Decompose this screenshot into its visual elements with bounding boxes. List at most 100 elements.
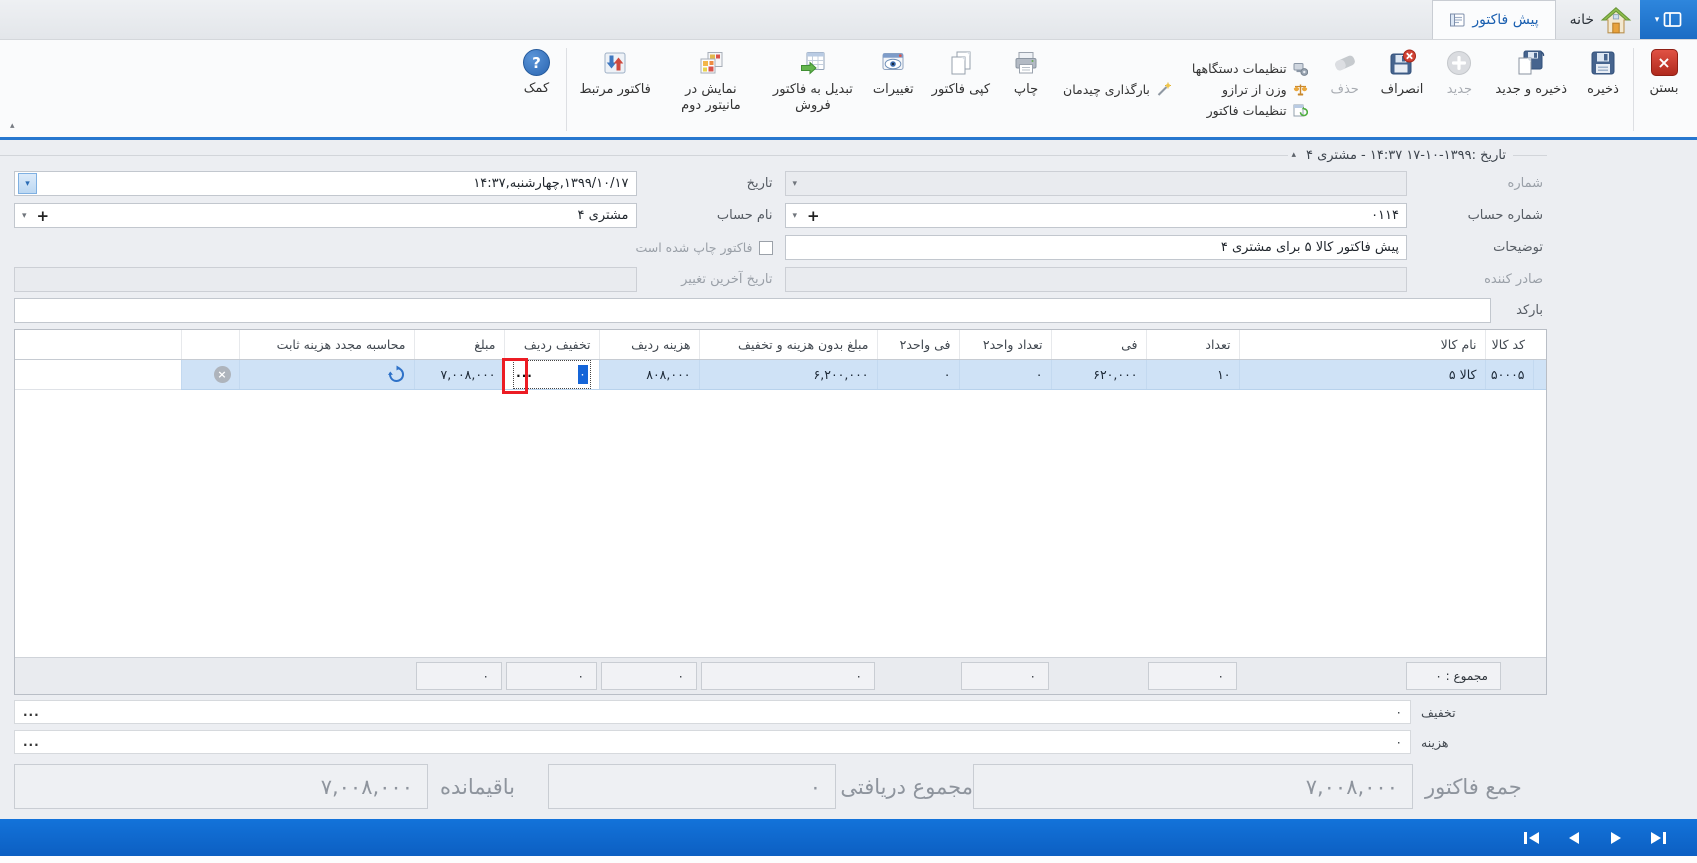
bottom-strip bbox=[0, 856, 1697, 863]
related-invoice-button[interactable]: فاکتور مرتبط bbox=[570, 44, 659, 135]
column-header-row-discount[interactable]: تخفیف ردیف bbox=[503, 330, 599, 360]
invoice-discount-input[interactable]: ۰ ... bbox=[14, 700, 1411, 724]
grid-empty-area[interactable] bbox=[15, 389, 1546, 657]
recalc-icon bbox=[387, 365, 404, 382]
account-name-add-button[interactable]: + bbox=[31, 207, 56, 225]
column-header-unit-price[interactable]: فی bbox=[1050, 330, 1146, 360]
column-header-quantity[interactable]: تعداد bbox=[1145, 330, 1239, 360]
weight-from-scale-button[interactable]: وزن از ترازو bbox=[1192, 82, 1308, 97]
cell-unit2-price[interactable]: ۰ bbox=[876, 359, 959, 390]
summary-row-cost: ۰ bbox=[601, 662, 697, 690]
issuer-field[interactable] bbox=[784, 267, 1407, 292]
cell-quantity[interactable]: ۱۰ bbox=[1145, 359, 1239, 390]
invoice-printed-label: فاکتور چاپ شده است bbox=[635, 240, 753, 255]
nav-next-icon[interactable] bbox=[1599, 826, 1633, 850]
new-button[interactable]: جدید bbox=[1432, 44, 1486, 135]
row-discount-inline-editor[interactable]: ۰ ... bbox=[512, 359, 591, 389]
cell-amount[interactable]: ۷,۰۰۸,۰۰۰ bbox=[413, 359, 504, 390]
ribbon-collapse-icon[interactable]: ▴ bbox=[10, 121, 15, 131]
invoice-cost-input[interactable]: ۰ ... bbox=[14, 730, 1411, 754]
cell-filler bbox=[15, 359, 181, 390]
column-header-item-name[interactable]: نام کالا bbox=[1238, 330, 1485, 360]
column-header-filler bbox=[15, 330, 181, 360]
copy-invoice-button[interactable]: کپی فاکتور bbox=[923, 44, 999, 135]
group-collapse-icon[interactable]: ▴ bbox=[1288, 150, 1299, 160]
column-header-unit2-price[interactable]: فی واحد۲ bbox=[876, 330, 959, 360]
column-header-recalc-fixed-cost[interactable]: محاسبه مجدد هزینه ثابت bbox=[238, 330, 414, 360]
save-and-new-button[interactable]: ذخیره و جدید bbox=[1486, 44, 1576, 135]
app-window: ▾ خانه پیش فاکتور × بستن ذخیره ذخیره و ج… bbox=[0, 0, 1697, 863]
account-number-add-button[interactable]: + bbox=[801, 207, 826, 225]
items-grid: کد کالا نام کالا تعداد فی تعداد واحد۲ فی… bbox=[14, 329, 1547, 695]
row-delete-icon[interactable]: × bbox=[213, 365, 231, 383]
row-discount-ellipsis-button[interactable]: ... bbox=[515, 362, 535, 387]
changes-button[interactable]: تغییرات bbox=[864, 44, 923, 135]
show-on-second-monitor-button[interactable]: نمایش در مانیتور دوم bbox=[660, 44, 762, 135]
save-button[interactable]: ذخیره bbox=[1576, 44, 1630, 135]
cell-row-cost[interactable]: ۸۰۸,۰۰۰ bbox=[598, 359, 699, 390]
cell-row-discount-editor[interactable]: ۰ ... bbox=[501, 357, 599, 394]
cell-delete[interactable]: × bbox=[180, 359, 239, 390]
account-number-field[interactable]: ۰۱۱۴ + ▾ bbox=[784, 203, 1407, 228]
date-field[interactable]: ۱۳۹۹/۱۰/۱۷,چهارشنبه,۱۴:۳۷ ▾ bbox=[14, 171, 637, 196]
cell-item-name[interactable]: کالا ۵ bbox=[1238, 359, 1485, 390]
tab-bar: ▾ خانه پیش فاکتور bbox=[0, 0, 1697, 40]
device-settings-button[interactable]: تنظیمات دستگاهها bbox=[1192, 61, 1308, 76]
column-header-item-code[interactable]: کد کالا bbox=[1484, 330, 1533, 360]
print-button[interactable]: چاپ bbox=[999, 44, 1053, 135]
tab-home-label: خانه bbox=[1569, 11, 1594, 28]
toolbar-settings-stack: تنظیمات دستگاهها وزن از ترازو تنظیمات فا… bbox=[1182, 44, 1318, 135]
account-name-dropdown-icon[interactable]: ▾ bbox=[18, 211, 31, 221]
app-menu-icon bbox=[1663, 11, 1682, 28]
load-layout-button[interactable]: بارگذاری چیدمان bbox=[1063, 82, 1172, 97]
table-row[interactable]: ۵۰۰۰۵ کالا ۵ ۱۰ ۶۲۰,۰۰۰ ۰ ۰ ۶,۲۰۰,۰۰۰ ۸۰… bbox=[15, 357, 1546, 394]
tab-pre-invoice[interactable]: پیش فاکتور bbox=[1432, 0, 1556, 39]
changes-eye-icon bbox=[879, 49, 907, 77]
record-navigator bbox=[1515, 826, 1675, 850]
column-header-row-cost[interactable]: هزینه ردیف bbox=[598, 330, 699, 360]
record-navigator-bar bbox=[0, 819, 1697, 856]
last-change-date-field[interactable] bbox=[14, 267, 637, 292]
date-dropdown-button[interactable]: ▾ bbox=[18, 173, 37, 194]
app-menu-button[interactable]: ▾ bbox=[1640, 0, 1697, 39]
nav-previous-icon[interactable] bbox=[1557, 826, 1591, 850]
selected-text-block: ۰ bbox=[577, 364, 588, 384]
cell-unit-price[interactable]: ۶۲۰,۰۰۰ bbox=[1050, 359, 1146, 390]
close-button[interactable]: × بستن bbox=[1637, 44, 1691, 135]
account-name-label: نام حساب bbox=[716, 208, 773, 223]
related-invoice-icon bbox=[601, 49, 629, 77]
invoice-printed-checkbox[interactable] bbox=[758, 240, 773, 255]
account-number-dropdown-icon[interactable]: ▾ bbox=[789, 211, 802, 221]
description-field[interactable]: پیش فاکتور کالا ۵ برای مشتری ۴ bbox=[784, 235, 1407, 260]
toolbar: × بستن ذخیره ذخیره و جدید جدید انصراف حذ… bbox=[0, 40, 1697, 140]
received-total-box: ۰ bbox=[548, 764, 836, 809]
cell-item-code[interactable]: ۵۰۰۰۵ bbox=[1484, 359, 1533, 390]
column-header-quantity2[interactable]: تعداد واحد۲ bbox=[958, 330, 1051, 360]
tab-home[interactable]: خانه bbox=[1556, 0, 1640, 39]
invoice-settings-button[interactable]: تنظیمات فاکتور bbox=[1192, 103, 1308, 118]
number-field[interactable]: ▾ bbox=[784, 171, 1407, 196]
help-button[interactable]: ? کمک bbox=[509, 44, 563, 135]
nav-first-icon[interactable] bbox=[1515, 826, 1549, 850]
account-number-label: شماره حساب bbox=[1467, 208, 1543, 223]
cancel-button[interactable]: انصراف bbox=[1372, 44, 1433, 135]
summary-row-discount: ۰ bbox=[506, 662, 597, 690]
nav-last-icon[interactable] bbox=[1641, 826, 1675, 850]
delete-button[interactable]: حذف bbox=[1318, 44, 1372, 135]
barcode-input[interactable] bbox=[14, 298, 1491, 323]
new-icon bbox=[1445, 49, 1473, 77]
invoice-cost-ellipsis-button[interactable]: ... bbox=[23, 735, 40, 749]
home-icon bbox=[1600, 5, 1632, 35]
convert-to-sales-invoice-button[interactable]: تبدیل به فاکتور فروش bbox=[762, 44, 864, 135]
invoice-discount-row: تخفیف ۰ ... bbox=[14, 699, 1547, 725]
group-line-left bbox=[0, 154, 1289, 156]
column-header-amount-before[interactable]: مبلغ بدون هزینه و تخفیف bbox=[698, 330, 877, 360]
cell-quantity2[interactable]: ۰ bbox=[958, 359, 1051, 390]
invoice-discount-ellipsis-button[interactable]: ... bbox=[23, 705, 40, 719]
second-monitor-icon bbox=[697, 49, 725, 77]
cell-amount-before[interactable]: ۶,۲۰۰,۰۰۰ bbox=[698, 359, 877, 390]
account-name-field[interactable]: مشتری ۴ + ▾ bbox=[14, 203, 637, 228]
printer-icon bbox=[1012, 49, 1040, 77]
column-header-amount[interactable]: مبلغ bbox=[413, 330, 504, 360]
cell-recalc-fixed-cost[interactable] bbox=[238, 359, 414, 390]
